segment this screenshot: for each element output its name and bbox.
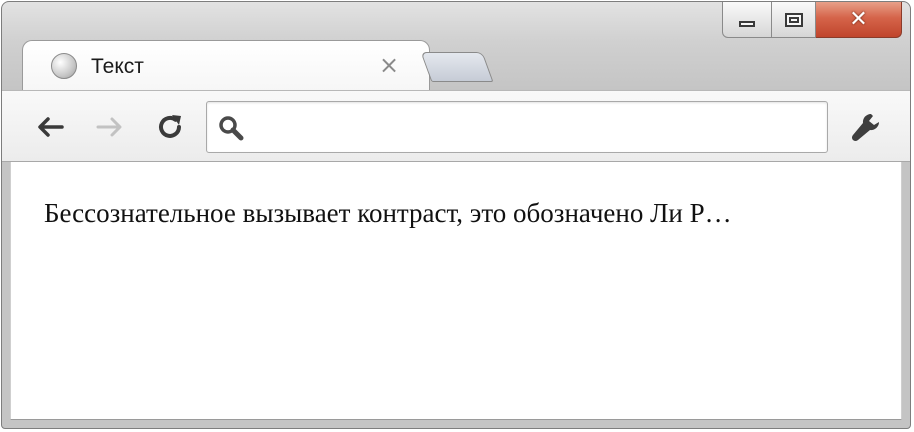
maximize-icon bbox=[784, 12, 803, 27]
arrow-left-icon bbox=[38, 117, 64, 137]
maximize-button[interactable] bbox=[772, 2, 816, 38]
close-icon: ✕ bbox=[849, 7, 868, 32]
page-text: Бессознательное вызывает контраст, это о… bbox=[44, 198, 732, 228]
wrench-icon bbox=[851, 113, 880, 142]
reload-icon bbox=[159, 115, 181, 138]
search-icon bbox=[217, 114, 245, 142]
tab-close-icon[interactable]: × bbox=[379, 51, 399, 79]
address-input[interactable] bbox=[251, 112, 815, 144]
tab-title: Текст bbox=[91, 55, 144, 78]
toolbar bbox=[2, 90, 910, 162]
new-tab-button[interactable] bbox=[420, 52, 494, 82]
close-window-button[interactable]: ✕ bbox=[816, 2, 902, 38]
tab-active[interactable]: Текст × bbox=[22, 40, 430, 92]
reload-button[interactable] bbox=[152, 109, 188, 145]
window-controls: ✕ bbox=[722, 2, 902, 38]
address-bar[interactable] bbox=[206, 101, 828, 153]
minimize-button[interactable] bbox=[722, 2, 772, 38]
forward-button[interactable] bbox=[92, 109, 128, 145]
minimize-icon bbox=[739, 20, 755, 27]
back-button[interactable] bbox=[32, 109, 68, 145]
settings-menu-button[interactable] bbox=[846, 109, 886, 145]
arrow-right-icon bbox=[96, 117, 122, 137]
browser-window: ✕ Текст × Бессознательное вызывает контр… bbox=[1, 1, 911, 429]
page-content: Бессознательное вызывает контраст, это о… bbox=[10, 162, 902, 420]
globe-icon bbox=[51, 53, 77, 79]
